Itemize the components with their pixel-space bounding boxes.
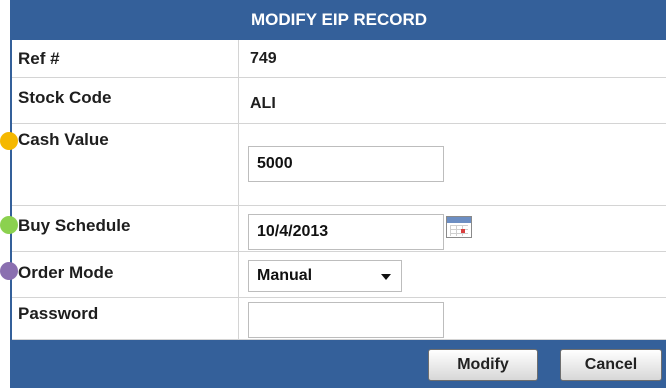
ref-value: 749 [250,50,277,67]
cash-value-input[interactable]: 5000 [248,146,444,182]
form-title: MODIFY EIP RECORD [12,0,666,40]
ref-label: Ref # [18,49,60,68]
stock-code-row: Stock Code ALI [12,78,666,124]
password-input[interactable] [248,302,444,338]
order-mode-value: Manual [257,267,313,284]
order-mode-label: Order Mode [18,263,114,282]
ref-row: Ref # 749 [12,40,666,78]
calendar-icon[interactable] [446,216,472,238]
cash-value-marker [0,132,18,150]
password-label: Password [18,304,99,323]
buy-schedule-input[interactable]: 10/4/2013 [248,214,444,250]
order-mode-select[interactable]: Manual [248,260,402,292]
cancel-button[interactable]: Cancel [560,349,662,381]
cash-value-label: Cash Value [18,130,109,149]
buy-schedule-marker [0,216,18,234]
stock-code-label: Stock Code [18,88,112,107]
chevron-down-icon [381,274,391,280]
buy-schedule-label: Buy Schedule [18,216,131,235]
stock-code-value: ALI [250,95,276,112]
modify-button[interactable]: Modify [428,349,538,381]
order-mode-marker [0,262,18,280]
